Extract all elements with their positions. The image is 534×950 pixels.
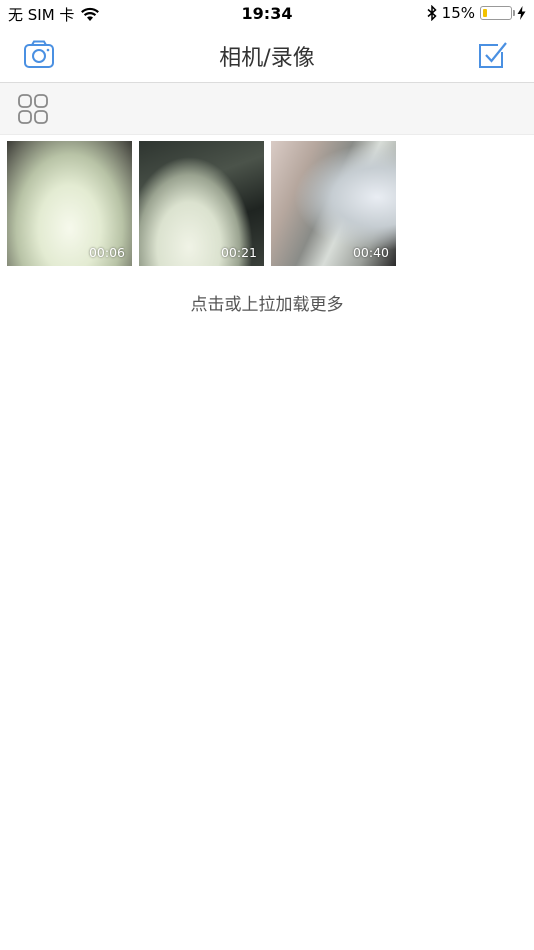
status-right: 15% <box>427 4 526 22</box>
grid-view-button[interactable] <box>17 93 49 125</box>
video-thumbnail[interactable]: 00:06 <box>7 141 132 266</box>
battery-level-fill <box>483 9 487 17</box>
load-more-button[interactable]: 点击或上拉加载更多 <box>0 290 534 315</box>
battery-icon <box>480 6 515 20</box>
video-thumbnail[interactable]: 00:21 <box>139 141 264 266</box>
battery-percent: 15% <box>441 4 475 22</box>
grid-view-icon <box>18 94 48 124</box>
nav-bar: 相机/录像 <box>0 28 534 83</box>
video-duration: 00:21 <box>220 245 257 260</box>
video-duration: 00:06 <box>88 245 125 260</box>
charging-bolt-icon <box>517 6 526 20</box>
video-grid: 00:06 00:21 00:40 <box>7 141 396 266</box>
select-button[interactable] <box>476 38 510 72</box>
status-bar: 无 SIM 卡 19:34 15% <box>0 0 534 28</box>
bluetooth-icon <box>427 5 437 21</box>
checkbox-select-icon <box>479 42 507 68</box>
page-title: 相机/录像 <box>219 46 315 71</box>
video-thumbnail[interactable]: 00:40 <box>271 141 396 266</box>
toolbar <box>0 83 534 135</box>
video-duration: 00:40 <box>352 245 389 260</box>
